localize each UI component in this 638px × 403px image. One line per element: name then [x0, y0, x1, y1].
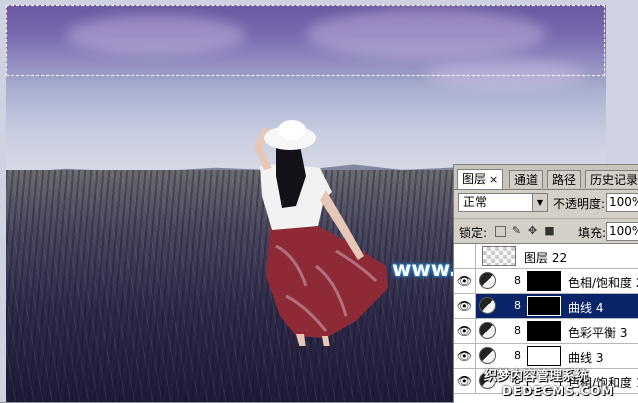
lock-row: 锁定: ✎ ✥ ■ 填充: 100%: [454, 218, 638, 243]
layer-thumbnail: [482, 246, 516, 266]
blend-row: 正常 ▼ 不透明度: 100%: [454, 192, 638, 216]
tab-paths[interactable]: 路径: [547, 170, 582, 188]
lock-brush-icon[interactable]: ✎: [511, 225, 522, 236]
layer-mask-thumbnail[interactable]: [527, 321, 561, 341]
link-icon: 8: [514, 274, 521, 287]
lock-move-icon[interactable]: ✥: [527, 225, 538, 236]
eye-icon[interactable]: 👁: [454, 369, 476, 393]
layer-row[interactable]: 👁 8 色相/饱和度 2: [454, 269, 638, 294]
close-icon[interactable]: ×: [489, 173, 498, 186]
eye-icon[interactable]: 👁: [454, 319, 476, 343]
panel-tabbar: 图层 × 通道 路径 历史记录: [454, 165, 638, 190]
opacity-input[interactable]: 100%: [606, 193, 638, 212]
adjustment-layer-icon: [479, 322, 496, 339]
tab-layers-label: 图层: [462, 172, 487, 186]
lock-label: 锁定:: [459, 226, 488, 240]
visibility-toggle[interactable]: [454, 244, 476, 268]
layer-name: 色彩平衡 3: [568, 326, 628, 340]
link-icon: 8: [514, 299, 521, 312]
tab-history[interactable]: 历史记录: [585, 170, 638, 188]
lock-all-icon[interactable]: ■: [544, 225, 555, 236]
lock-transparent-icon[interactable]: [495, 226, 506, 237]
layer-row[interactable]: 👁 8 色彩平衡 3: [454, 319, 638, 344]
adjustment-layer-icon: [479, 272, 496, 289]
chevron-down-icon[interactable]: ▼: [532, 194, 547, 211]
marquee-selection[interactable]: [6, 5, 605, 76]
layer-name: 图层 22: [524, 251, 568, 265]
layer-row-selected[interactable]: 👁 8 曲线 4: [454, 294, 638, 319]
watermark-badge: 织梦内容管理系统 DEDECMS.COM: [484, 365, 638, 398]
layer-row[interactable]: 图层 22: [454, 244, 638, 269]
layer-name: 色相/饱和度 2: [568, 276, 638, 290]
layer-name: 曲线 4: [568, 301, 604, 315]
blend-mode-select[interactable]: 正常 ▼: [458, 193, 548, 212]
layer-mask-thumbnail[interactable]: [527, 271, 561, 291]
tab-channels-label: 通道: [514, 173, 539, 187]
adjustment-layer-icon: [479, 347, 496, 364]
fill-input[interactable]: 100%: [606, 222, 638, 241]
tab-channels[interactable]: 通道: [509, 170, 544, 188]
opacity-label: 不透明度:: [553, 197, 606, 211]
tab-layers[interactable]: 图层 ×: [457, 169, 504, 189]
link-icon: 8: [514, 324, 521, 337]
eye-icon[interactable]: 👁: [454, 269, 476, 293]
layer-name: 曲线 3: [568, 351, 604, 365]
watermark-badge-line1: 织梦内容管理系统: [484, 369, 589, 384]
layer-mask-thumbnail[interactable]: [527, 346, 561, 366]
adjustment-layer-icon: [479, 297, 496, 314]
fill-label: 填充:: [578, 226, 607, 240]
eye-icon[interactable]: 👁: [454, 294, 476, 318]
blend-mode-value: 正常: [463, 195, 488, 209]
eye-icon[interactable]: 👁: [454, 344, 476, 368]
watermark-badge-line2: DEDECMS.COM: [502, 384, 615, 398]
photo-woman-figure: [254, 120, 388, 346]
tab-paths-label: 路径: [552, 173, 577, 187]
layer-mask-thumbnail[interactable]: [527, 296, 561, 316]
tab-history-label: 历史记录: [590, 173, 638, 187]
link-icon: 8: [514, 349, 521, 362]
